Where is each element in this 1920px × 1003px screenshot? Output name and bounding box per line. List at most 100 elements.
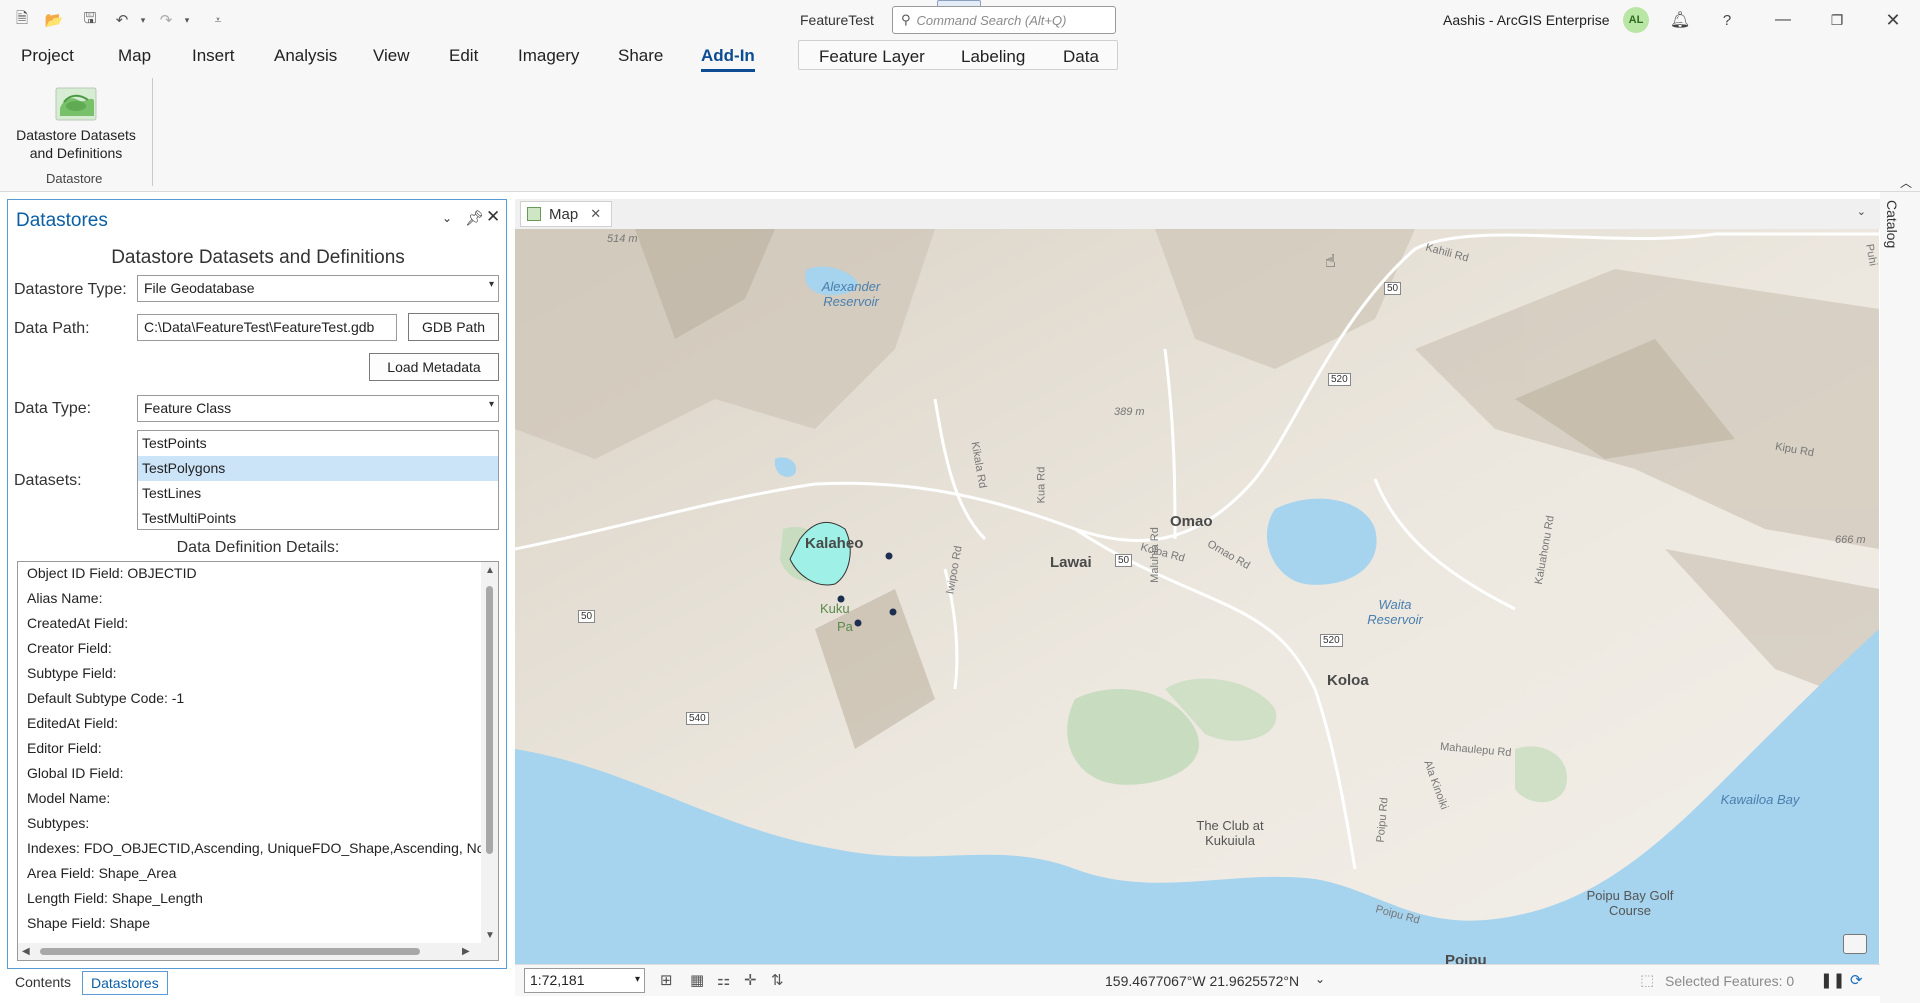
close-pane-icon[interactable]: ✕ <box>486 207 500 227</box>
map-tab-label: Map <box>549 205 579 223</box>
catalog-side-tab[interactable]: Catalog <box>1884 200 1900 248</box>
notifications-bell-icon[interactable]: 🔔︎ <box>1669 9 1691 31</box>
pin-icon[interactable]: 📌︎ <box>465 209 484 227</box>
chevron-down-icon: ▾ <box>488 279 494 290</box>
poi-label: The Club at Kukuiula <box>1196 818 1264 848</box>
tab-feature-layer[interactable]: Feature Layer <box>819 47 925 67</box>
selection-icon: ⬚ <box>1640 972 1655 989</box>
detail-line: Indexes: FDO_OBJECTID,Ascending, UniqueF… <box>27 840 485 856</box>
tab-insert[interactable]: Insert <box>192 46 235 66</box>
detail-line: CreatedAt Field: <box>27 615 129 631</box>
list-item[interactable]: TestPoints <box>138 431 498 456</box>
details-textbox[interactable]: Object ID Field: OBJECTID Alias Name: Cr… <box>17 561 499 961</box>
scale-value: 1:72,181 <box>530 972 585 988</box>
highway-shield: 520 <box>1320 634 1343 647</box>
tab-add-in[interactable]: Add-In <box>701 46 755 72</box>
tab-datastores[interactable]: Datastores <box>82 971 168 995</box>
tab-view[interactable]: View <box>373 46 410 66</box>
tab-imagery[interactable]: Imagery <box>518 46 579 66</box>
tab-data[interactable]: Data <box>1063 47 1099 67</box>
search-placeholder: Command Search (Alt+Q) <box>916 12 1067 28</box>
redo-dropdown-icon[interactable]: ▾ <box>180 9 194 31</box>
datastore-type-label: Datastore Type: <box>14 281 127 298</box>
horizontal-scrollbar[interactable]: ◀ ▶ <box>18 943 498 960</box>
data-path-field[interactable]: C:\Data\FeatureTest\FeatureTest.gdb <box>137 314 397 341</box>
datastore-button-label: Datastore Datasets and Definitions <box>10 126 142 162</box>
redo-icon[interactable]: ↷ <box>154 9 178 31</box>
data-type-combo[interactable]: Feature Class ▾ <box>137 395 499 422</box>
detail-line: Shape Field: Shape <box>27 915 150 931</box>
command-search-input[interactable]: ⚲ Command Search (Alt+Q) <box>892 6 1116 34</box>
highway-shield: 50 <box>578 610 596 623</box>
tab-map[interactable]: Map <box>118 46 151 66</box>
elevation-label: 666 m <box>1835 534 1866 546</box>
data-type-value: Feature Class <box>144 400 232 416</box>
list-item[interactable]: TestMultiPoints <box>138 506 498 531</box>
detail-line: Length Field: Shape_Length <box>27 890 203 906</box>
scrollbar-thumb[interactable] <box>486 586 493 854</box>
tab-share[interactable]: Share <box>618 46 663 66</box>
north-arrow-icon[interactable]: ⇅ <box>771 971 784 989</box>
map-canvas[interactable]: Kalaheo Lawai Omao Koloa Poipu Alexander… <box>515 229 1879 964</box>
datastore-type-combo[interactable]: File Geodatabase ▾ <box>137 275 499 302</box>
app-title: FeatureTest <box>800 12 874 28</box>
button-label-line-1: Datastore Datasets <box>16 127 136 143</box>
collapse-ribbon-icon[interactable]: ︿ <box>1900 174 1912 191</box>
map-icon <box>527 207 541 221</box>
fixed-zoom-icon[interactable]: ⊞ <box>660 971 673 989</box>
contextual-tabs: Feature Layer Labeling Data <box>798 40 1118 70</box>
refresh-icon[interactable]: ⟳ <box>1850 971 1863 989</box>
new-project-icon[interactable]: 🗎 <box>10 9 34 31</box>
map-overview-icon[interactable] <box>1843 934 1867 954</box>
detail-line: Global ID Field: <box>27 765 124 781</box>
restore-icon[interactable]: ❐ <box>1826 9 1848 31</box>
datasets-list[interactable]: TestPoints TestPolygons TestLines TestMu… <box>137 430 499 530</box>
ribbon-group-label: Datastore <box>46 171 103 186</box>
coordinate-format-chevron-icon[interactable]: ⌄ <box>1315 972 1325 986</box>
chevron-down-icon: ▾ <box>634 974 640 985</box>
tab-contents[interactable]: Contents <box>7 971 79 995</box>
pane-options-chevron-icon[interactable]: ⌄ <box>442 211 452 225</box>
datastore-datasets-button[interactable]: Datastore Datasets and Definitions <box>10 82 142 172</box>
user-avatar[interactable]: AL <box>1623 7 1649 33</box>
highway-shield: 520 <box>1328 373 1351 386</box>
grid-icon[interactable]: ▦ <box>690 971 704 989</box>
close-window-icon[interactable]: ✕ <box>1882 9 1904 31</box>
search-icon: ⚲ <box>901 12 911 27</box>
scroll-left-icon[interactable]: ◀ <box>22 946 30 957</box>
signed-in-user[interactable]: Aashis - ArcGIS Enterprise <box>1443 12 1610 28</box>
list-item[interactable]: TestLines <box>138 481 498 506</box>
close-tab-icon[interactable]: ✕ <box>590 206 601 222</box>
map-tabs-chevron-icon[interactable]: ⌄ <box>1857 205 1866 218</box>
load-metadata-button[interactable]: Load Metadata <box>369 353 499 381</box>
place-label-omao: Omao <box>1170 513 1213 530</box>
save-project-icon[interactable]: 🖫 <box>78 9 102 31</box>
tab-edit[interactable]: Edit <box>449 46 478 66</box>
detail-line: Creator Field: <box>27 640 112 656</box>
elevation-label: 514 m <box>607 233 638 245</box>
water-label-waita-reservoir: Waita Reservoir <box>1367 597 1423 627</box>
gdb-path-button[interactable]: GDB Path <box>408 313 499 341</box>
vertical-scrollbar[interactable]: ▲ ▼ <box>481 562 498 944</box>
scale-combo[interactable]: 1:72,181 ▾ <box>524 968 645 993</box>
tab-labeling[interactable]: Labeling <box>961 47 1025 67</box>
details-label: Data Definition Details: <box>176 539 340 556</box>
minimize-icon[interactable]: — <box>1772 9 1794 31</box>
tab-analysis[interactable]: Analysis <box>274 46 337 66</box>
customize-toolbar-icon[interactable]: ⩡ <box>208 9 228 31</box>
help-icon[interactable]: ? <box>1716 9 1738 31</box>
undo-dropdown-icon[interactable]: ▾ <box>136 9 150 31</box>
scrollbar-thumb[interactable] <box>40 948 420 955</box>
scroll-down-icon[interactable]: ▼ <box>485 930 495 941</box>
scroll-right-icon[interactable]: ▶ <box>462 946 470 957</box>
constraints-icon[interactable]: ✛ <box>744 971 757 989</box>
undo-icon[interactable]: ↶ <box>110 9 134 31</box>
pause-drawing-icon[interactable]: ❚❚ <box>1820 971 1845 989</box>
detail-line: Subtypes: <box>27 815 90 831</box>
list-item-selected[interactable]: TestPolygons <box>138 456 498 481</box>
snapping-icon[interactable]: ⚏ <box>717 971 730 989</box>
tab-project[interactable]: Project <box>21 46 74 66</box>
open-project-icon[interactable]: 📂 <box>42 9 66 31</box>
tab-map-view[interactable]: Map ✕ <box>520 201 612 227</box>
scroll-up-icon[interactable]: ▲ <box>485 565 495 576</box>
